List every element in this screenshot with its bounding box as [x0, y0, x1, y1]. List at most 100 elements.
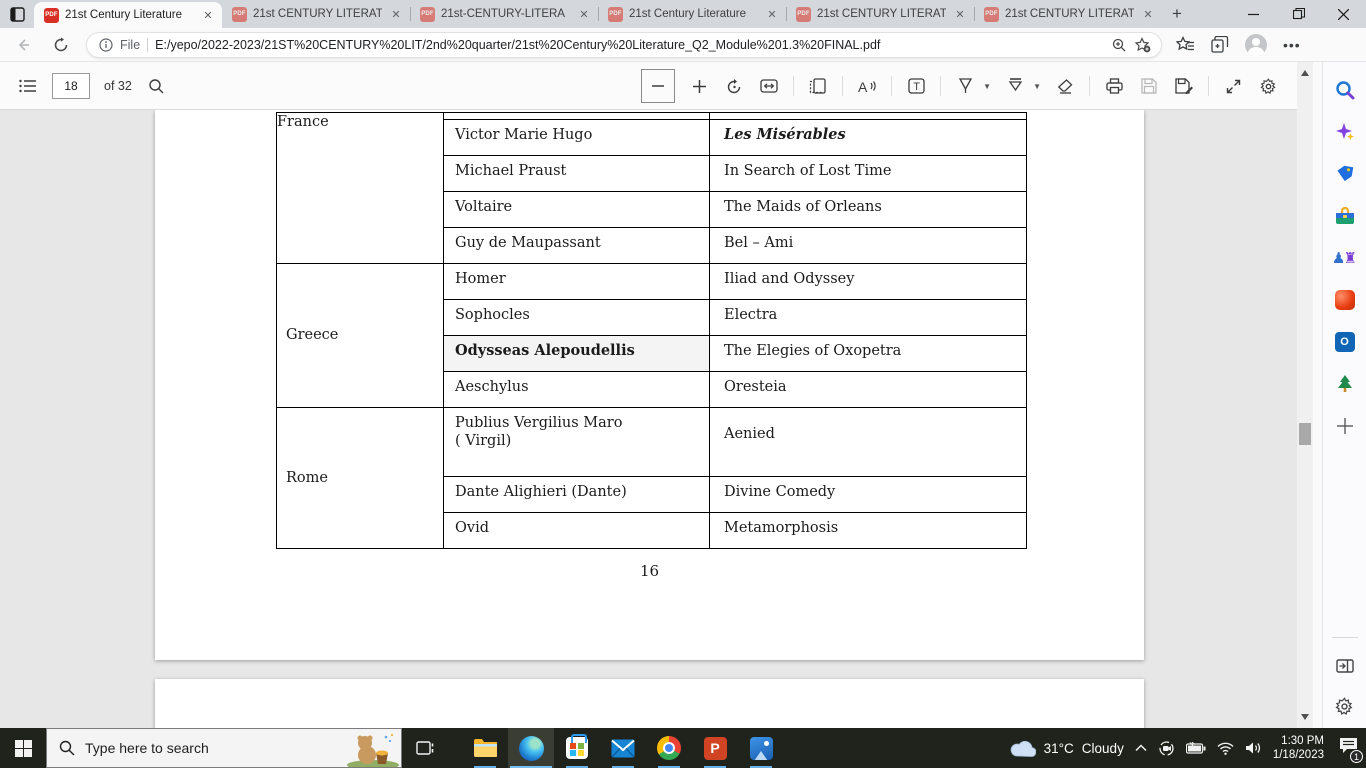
country-cell: Rome	[276, 407, 444, 549]
zoom-out-icon[interactable]	[641, 69, 676, 103]
wifi-icon[interactable]	[1217, 742, 1234, 755]
work-cell: Electra	[709, 299, 1027, 336]
scheme-label[interactable]: File	[120, 38, 140, 52]
weather-widget[interactable]: 31°C Cloudy	[1010, 740, 1124, 757]
meet-now-icon[interactable]	[1158, 740, 1175, 757]
back-icon[interactable]	[8, 31, 38, 59]
taskbar-powerpoint[interactable]: P	[692, 728, 738, 768]
system-tray: 31°C Cloudy 1:30 PM 1/18/2023 1	[1010, 728, 1366, 768]
tab-actions-icon[interactable]	[0, 0, 34, 28]
svg-text:A: A	[858, 79, 868, 94]
add-favorite-icon[interactable]	[1134, 36, 1151, 53]
volume-icon[interactable]	[1245, 741, 1262, 755]
browser-tab[interactable]: PDF 21st Century Literature ✕	[34, 2, 222, 28]
collapse-sidebar-icon[interactable]	[1333, 654, 1357, 678]
close-window-button[interactable]	[1321, 0, 1366, 28]
pdf-toolbar-center: A T ▼ ▼	[641, 62, 1279, 110]
settings-menu-icon[interactable]: •••	[1283, 37, 1301, 53]
sidebar-games-icon[interactable]: ♟ ♜	[1332, 246, 1357, 270]
favorites-icon[interactable]	[1176, 36, 1195, 53]
battery-icon[interactable]	[1185, 742, 1206, 754]
sidebar-discover-copilot-icon[interactable]	[1333, 120, 1357, 144]
add-text-icon[interactable]: T	[905, 73, 927, 99]
photos-icon	[749, 736, 773, 760]
tab-separator	[410, 7, 411, 21]
tab-close-icon[interactable]: ✕	[576, 6, 592, 22]
sidebar-shopping-tag-icon[interactable]	[1333, 162, 1357, 186]
minimize-button[interactable]	[1231, 0, 1276, 28]
browser-tab[interactable]: PDF 21st Century Literature ✕	[598, 0, 786, 28]
refresh-icon[interactable]	[46, 31, 76, 59]
address-bar[interactable]: File E:/yepo/2022-2023/21ST%20CENTURY%20…	[86, 31, 1162, 58]
tray-time: 1:30 PM	[1281, 735, 1324, 747]
tab-close-icon[interactable]: ✕	[952, 6, 968, 22]
sidebar-settings-gear-icon[interactable]	[1333, 694, 1357, 718]
fit-to-width-icon[interactable]	[758, 73, 780, 99]
sidebar-outlook-icon[interactable]: O	[1333, 330, 1357, 354]
save-as-icon[interactable]	[1173, 73, 1195, 99]
page-view-icon[interactable]	[807, 73, 829, 99]
work-cell: Aenied	[709, 407, 1027, 477]
tray-expand-chevron-icon[interactable]	[1135, 744, 1147, 752]
print-icon[interactable]	[1103, 73, 1125, 99]
new-tab-button[interactable]: +	[1162, 0, 1192, 28]
tab-title: 21st Century Literature	[65, 9, 182, 21]
clock-widget[interactable]: 1:30 PM 1/18/2023	[1273, 734, 1324, 762]
info-icon[interactable]	[99, 37, 113, 52]
draw-options-chevron-icon[interactable]: ▼	[983, 82, 991, 91]
search-icon	[59, 740, 75, 756]
pdf-settings-gear-icon[interactable]	[1257, 73, 1279, 99]
tab-close-icon[interactable]: ✕	[200, 7, 216, 23]
browser-tab[interactable]: PDF 21st CENTURY LITERAT ✕	[222, 0, 410, 28]
sidebar-office-icon[interactable]	[1333, 288, 1357, 312]
scroll-up-arrow-icon[interactable]	[1301, 70, 1309, 76]
zoom-page-icon[interactable]	[1111, 37, 1127, 53]
save-icon[interactable]	[1138, 73, 1160, 99]
restore-button[interactable]	[1276, 0, 1321, 28]
pdf-viewer-area[interactable]: France Victor Marie Hugo Les Misérables Mic…	[0, 110, 1297, 728]
highlight-options-chevron-icon[interactable]: ▼	[1033, 82, 1041, 91]
taskbar-photos[interactable]	[738, 728, 784, 768]
table-of-contents-icon[interactable]	[16, 73, 38, 99]
tab-title: 21st CENTURY LITERAT	[1005, 8, 1134, 20]
author-cell	[443, 112, 710, 120]
rotate-icon[interactable]	[723, 73, 745, 99]
taskbar-mail[interactable]	[600, 728, 646, 768]
fullscreen-icon[interactable]	[1222, 73, 1244, 99]
search-highlight-bear-icon[interactable]	[331, 729, 401, 767]
taskbar-edge-active[interactable]	[508, 728, 554, 768]
url-text[interactable]: E:/yepo/2022-2023/21ST%20CENTURY%20LIT/2…	[155, 38, 1104, 52]
tab-close-icon[interactable]: ✕	[1140, 6, 1156, 22]
sidebar-add-icon[interactable]	[1333, 414, 1357, 438]
highlight-icon[interactable]	[1004, 73, 1026, 99]
collections-icon[interactable]	[1211, 36, 1229, 53]
action-center-button[interactable]: 1	[1339, 737, 1363, 763]
page-number-input[interactable]	[52, 73, 90, 99]
scroll-down-arrow-icon[interactable]	[1301, 714, 1309, 720]
taskbar-microsoft-store[interactable]	[554, 728, 600, 768]
draw-icon[interactable]	[954, 73, 976, 99]
browser-tab[interactable]: PDF 21st CENTURY LITERAT ✕	[974, 0, 1162, 28]
sidebar-search-icon[interactable]	[1333, 78, 1357, 102]
taskbar-chrome[interactable]	[646, 728, 692, 768]
scrollbar-thumb[interactable]	[1299, 423, 1311, 445]
vertical-scrollbar[interactable]	[1297, 62, 1313, 728]
divider	[1208, 76, 1209, 96]
search-document-icon[interactable]	[146, 73, 168, 99]
tab-close-icon[interactable]: ✕	[764, 6, 780, 22]
browser-tab[interactable]: PDF 21st CENTURY LITERAT ✕	[786, 0, 974, 28]
taskbar-search-box[interactable]: Type here to search	[46, 728, 402, 768]
sidebar-tree-icon[interactable]	[1333, 372, 1357, 396]
table-row: France	[276, 112, 1027, 264]
browser-tab[interactable]: PDF 21st-CENTURY-LITERA ✕	[410, 0, 598, 28]
read-aloud-icon[interactable]: A	[856, 73, 878, 99]
erase-icon[interactable]	[1054, 73, 1076, 99]
zoom-in-icon[interactable]	[688, 73, 710, 99]
taskbar-file-explorer[interactable]	[462, 728, 508, 768]
window-controls	[1231, 0, 1366, 28]
sidebar-toolbox-icon[interactable]	[1333, 204, 1357, 228]
tab-close-icon[interactable]: ✕	[388, 6, 404, 22]
profile-avatar[interactable]	[1245, 33, 1267, 56]
task-view-button[interactable]	[402, 728, 448, 768]
start-button[interactable]	[0, 728, 46, 768]
